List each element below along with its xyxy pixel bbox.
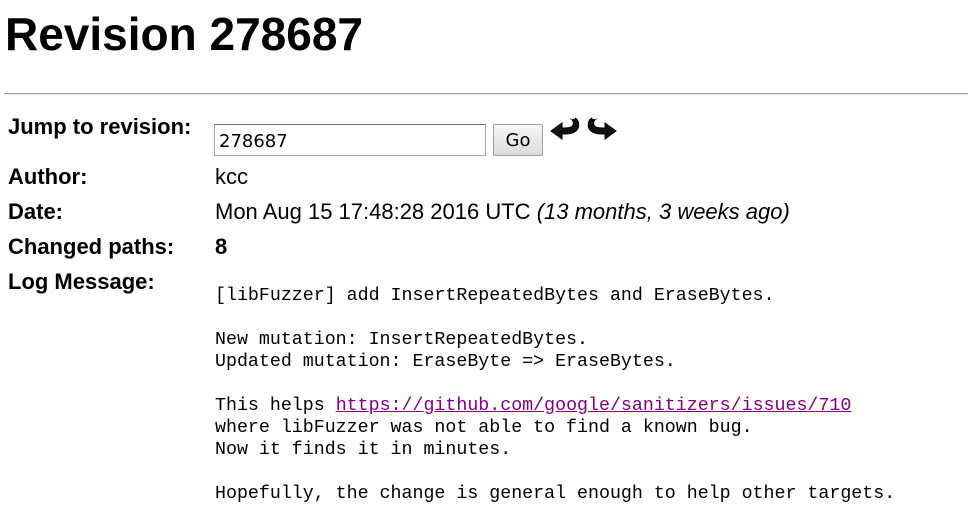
log-line: New mutation: InsertRepeatedBytes.: [215, 330, 588, 350]
log-message: [libFuzzer] add InsertRepeatedBytes and …: [215, 285, 895, 505]
go-button[interactable]: Go: [493, 124, 543, 156]
log-line: [libFuzzer] add InsertRepeatedBytes and …: [215, 286, 775, 306]
next-revision-icon[interactable]: [584, 112, 618, 146]
author-label: Author:: [8, 164, 88, 189]
date-value: Mon Aug 15 17:48:28 2016 UTC: [215, 199, 531, 224]
author-value: kcc: [215, 164, 248, 189]
revision-page: Revision 278687 Jump to revision: Go Aut…: [0, 0, 969, 523]
log-line: where libFuzzer was not able to find a k…: [215, 418, 753, 438]
date-relative: (13 months, 3 weeks ago): [536, 199, 790, 224]
issue-link[interactable]: https://github.com/google/sanitizers/iss…: [336, 396, 852, 416]
log-message-label: Log Message:: [8, 269, 155, 294]
jump-to-revision-label: Jump to revision:: [8, 114, 192, 139]
log-line: Updated mutation: EraseByte => EraseByte…: [215, 352, 676, 372]
log-line-prefix: This helps: [215, 396, 336, 416]
revision-input[interactable]: [214, 124, 486, 156]
divider: [4, 93, 968, 95]
log-line: Now it finds it in minutes.: [215, 440, 512, 460]
previous-revision-icon[interactable]: [549, 112, 583, 146]
date-value-row: Mon Aug 15 17:48:28 2016 UTC (13 months,…: [215, 199, 790, 225]
log-line: Hopefully, the change is general enough …: [215, 484, 896, 504]
page-title: Revision 278687: [5, 8, 364, 60]
changed-paths-label: Changed paths:: [8, 234, 175, 259]
date-label: Date:: [8, 199, 64, 224]
changed-paths-count[interactable]: 8: [215, 234, 227, 260]
